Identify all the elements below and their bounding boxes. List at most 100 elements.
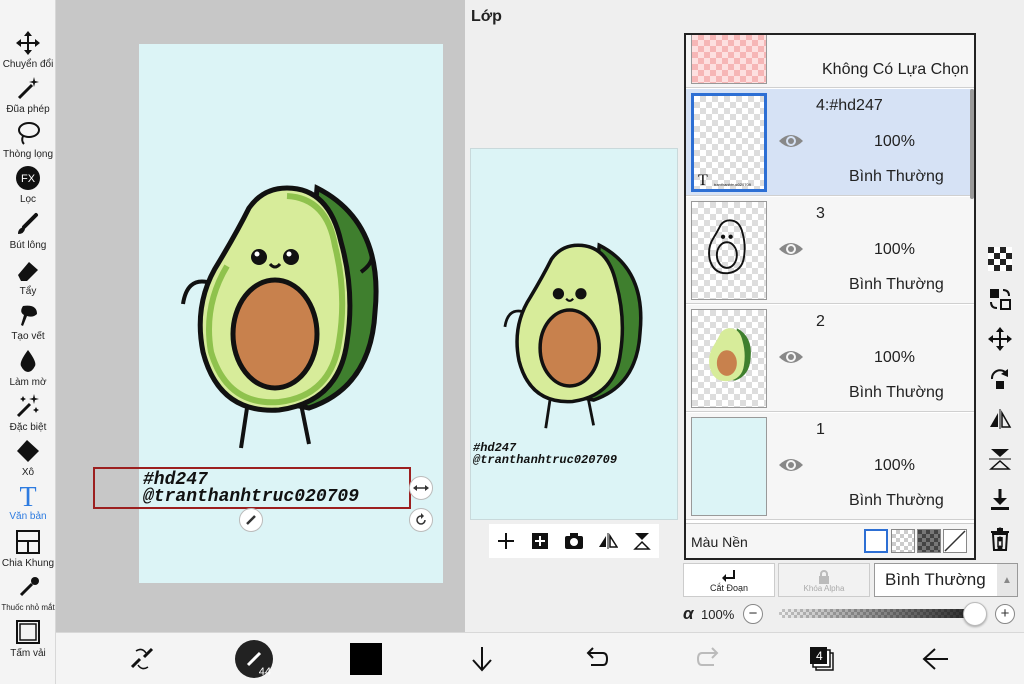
blend-mode-select[interactable]: Bình Thường ▲	[874, 563, 1018, 597]
visibility-eye-icon[interactable]	[778, 455, 804, 475]
rotate-layer-icon	[990, 369, 1008, 389]
visibility-eye-icon[interactable]	[778, 347, 804, 367]
text-rotate-handle[interactable]	[409, 508, 433, 532]
visibility-eye-icon[interactable]	[778, 239, 804, 259]
add-layer-button[interactable]	[495, 530, 517, 552]
opacity-slider-knob[interactable]	[963, 602, 987, 626]
merge-down-button[interactable]	[987, 486, 1013, 512]
tool-filter[interactable]: FX Lọc	[0, 163, 56, 205]
avocado-preview-illustration	[503, 242, 643, 429]
panel-title: Lớp	[471, 8, 502, 25]
tool-eyedropper[interactable]: Thuốc nhỏ mắt	[0, 572, 56, 612]
rotate-layer-button[interactable]	[987, 366, 1013, 392]
selection-layer-label: Không Có Lựa Chọn	[822, 61, 969, 78]
layer-row-4[interactable]: T tranthanhtruc020709 4:#hd247 100% Bình…	[686, 89, 974, 196]
text-edit-button[interactable]	[239, 508, 263, 532]
bg-white-swatch[interactable]	[864, 529, 888, 553]
tool-transform[interactable]: Chuyển đổi	[0, 28, 56, 70]
tool-brush[interactable]: Bút lông	[0, 209, 56, 251]
tool-label: Tạo vết	[11, 331, 45, 342]
layers-button[interactable]: 4	[804, 641, 840, 677]
tool-magic-wand[interactable]: Đũa phép	[0, 73, 56, 115]
blend-mode-value: Bình Thường	[885, 570, 986, 589]
tool-label: Lọc	[19, 194, 37, 205]
layer-name: 2	[816, 313, 825, 330]
layer-blend-mode: Bình Thường	[849, 168, 944, 185]
arrow-down-icon	[472, 647, 492, 672]
tool-label: Làm mờ	[9, 377, 47, 388]
checker-layer-button[interactable]	[987, 246, 1013, 272]
tool-lasso[interactable]: Thòng lọng	[0, 118, 56, 160]
bg-dark-checker-swatch[interactable]	[917, 529, 941, 553]
layer-opacity: 100%	[874, 241, 915, 258]
flip-layer-horizontal-button[interactable]	[987, 406, 1013, 432]
undo-button[interactable]	[577, 641, 613, 677]
back-button[interactable]	[918, 641, 954, 677]
canvas-preview[interactable]: #hd247 @tranthanhtruc020709	[470, 148, 678, 520]
bg-transparent-swatch[interactable]	[891, 529, 915, 553]
move-arrows-icon	[988, 327, 1012, 351]
download-button[interactable]	[464, 641, 500, 677]
tool-blur[interactable]: Làm mờ	[0, 346, 56, 388]
layer-opacity: 100%	[874, 133, 915, 150]
swap-icon	[990, 289, 1011, 310]
flip-horizontal-icon	[990, 409, 1012, 429]
tool-bucket[interactable]: Xô	[0, 436, 56, 478]
pencil-icon	[246, 515, 256, 525]
clipping-button[interactable]: Cắt Đoạn	[683, 563, 775, 597]
plus-icon	[498, 533, 514, 549]
avocado-illustration	[181, 184, 379, 449]
tool-smudge[interactable]: Tạo vết	[0, 300, 56, 342]
redo-button[interactable]	[692, 641, 728, 677]
magic-wand-icon	[13, 73, 43, 103]
layer-action-bar	[489, 524, 659, 558]
opacity-increase-button[interactable]: +	[995, 604, 1015, 624]
flip-layer-vertical-button[interactable]	[987, 446, 1013, 472]
lasso-icon	[13, 118, 43, 148]
tool-special[interactable]: Đặc biệt	[0, 391, 56, 433]
clipping-label: Cắt Đoạn	[709, 583, 749, 593]
tool-eraser[interactable]: Tẩy	[0, 255, 56, 297]
opacity-decrease-button[interactable]: −	[743, 604, 763, 624]
opacity-slider-track[interactable]	[779, 609, 975, 618]
layer-side-tools	[981, 240, 1019, 570]
visibility-eye-icon[interactable]	[778, 131, 804, 151]
layer-count: 4	[816, 649, 823, 663]
layer-list-scrollbar[interactable]	[970, 89, 974, 199]
rotate-icon	[416, 513, 426, 525]
swap-layer-button[interactable]	[987, 286, 1013, 312]
thumb-text: tranthanhtruc020709	[714, 182, 751, 187]
alpha-lock-button[interactable]: Khóa Alpha	[778, 563, 870, 597]
brush-size-button[interactable]: 44	[235, 640, 273, 678]
tool-canvas[interactable]: Tấm vải	[0, 617, 56, 659]
swap-color-button[interactable]	[124, 641, 160, 677]
camera-button[interactable]	[563, 530, 585, 552]
selection-thumb	[691, 35, 767, 84]
tool-label: Thuốc nhỏ mắt	[1, 603, 55, 612]
app-window: Chuyển đổi Đũa phép Thòng lọng FX Lọc Bú…	[0, 0, 1024, 684]
layer-thumb	[691, 417, 767, 516]
tool-frame-divide[interactable]: Chia Khung	[0, 527, 56, 569]
more-options-button[interactable]	[987, 524, 1013, 554]
text-resize-handle[interactable]	[409, 476, 433, 500]
text-selection-frame[interactable]	[93, 467, 411, 509]
bg-none-swatch[interactable]	[943, 529, 967, 553]
primary-color-swatch[interactable]	[350, 643, 382, 675]
layer-row-3[interactable]: 3 100% Bình Thường	[686, 197, 974, 304]
flip-rotate-button[interactable]	[631, 530, 653, 552]
text-layer-icon: T	[698, 172, 708, 189]
tool-label: Xô	[21, 467, 35, 478]
tool-label: Đũa phép	[6, 104, 50, 115]
tool-label: Bút lông	[9, 240, 47, 251]
flip-vertical-icon	[989, 449, 1011, 470]
layer-row-1[interactable]: 1 100% Bình Thường	[686, 413, 974, 520]
tool-text[interactable]: T Văn bản	[0, 480, 56, 522]
selection-layer[interactable]: Không Có Lựa Chọn	[686, 35, 974, 88]
canvas-area[interactable]: #hd247 @tranthanhtruc020709	[57, 0, 465, 632]
flip-button[interactable]	[597, 530, 619, 552]
add-layer-copy-button[interactable]	[529, 530, 551, 552]
layer-row-2[interactable]: 2 100% Bình Thường	[686, 305, 974, 412]
layer-list: Không Có Lựa Chọn T tranthanhtruc020709 …	[684, 33, 976, 560]
move-arrows-icon	[13, 28, 43, 58]
move-layer-button[interactable]	[987, 326, 1013, 352]
